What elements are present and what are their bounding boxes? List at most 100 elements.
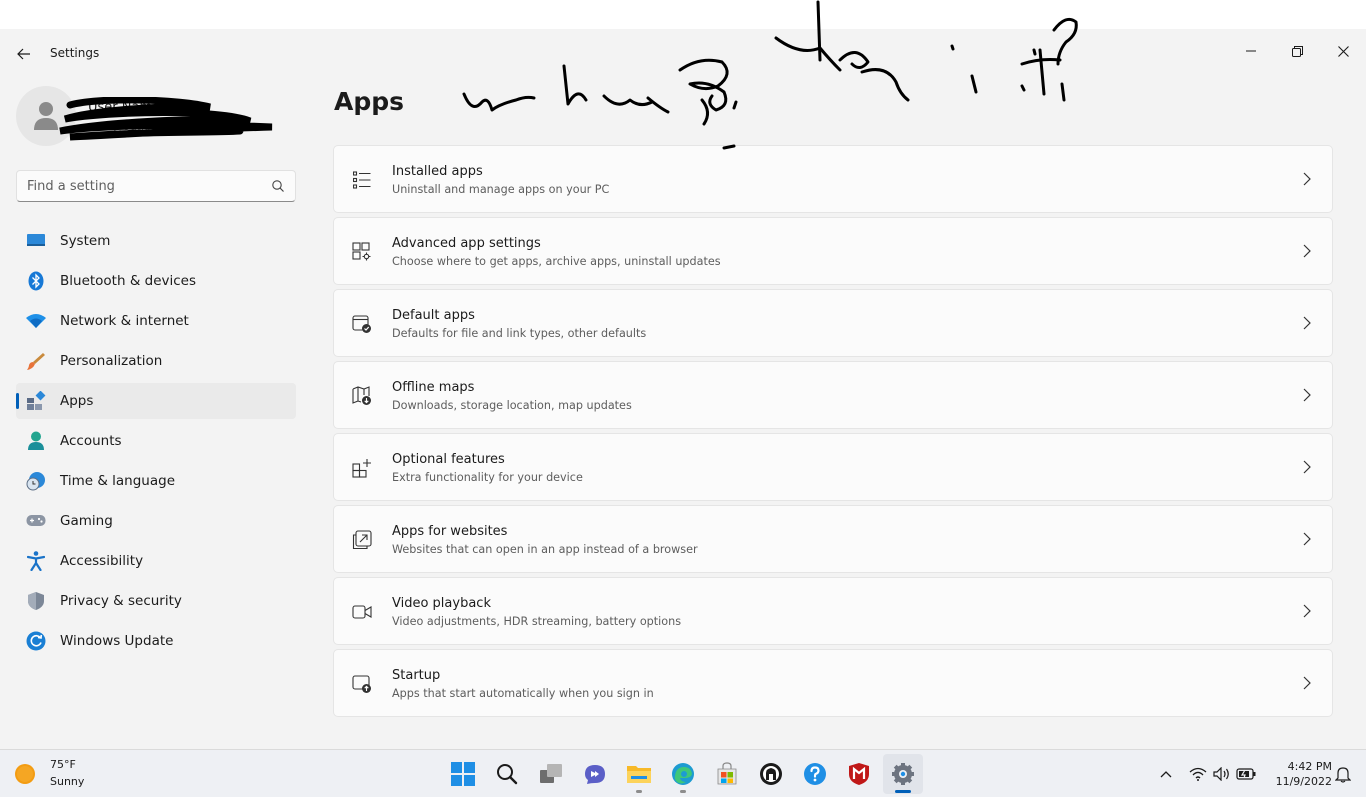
card-apps-for-websites[interactable]: Apps for websites Websites that can open…: [333, 505, 1333, 573]
chevron-right-icon: [1303, 244, 1311, 258]
sidebar-item-apps[interactable]: Apps: [16, 383, 296, 419]
sidebar-item-label: Privacy & security: [60, 593, 182, 609]
clock[interactable]: 4:42 PM 11/9/2022: [1262, 759, 1332, 789]
card-title: Default apps: [392, 308, 475, 323]
sidebar-item-bluetooth[interactable]: Bluetooth & devices: [16, 263, 296, 299]
chevron-right-icon: [1303, 676, 1311, 690]
sidebar-item-accounts[interactable]: Accounts: [16, 423, 296, 459]
window-title: Settings: [50, 46, 100, 60]
map-download-icon: [352, 386, 372, 406]
sidebar-item-system[interactable]: System: [16, 223, 296, 259]
person-icon: [26, 431, 46, 451]
wifi-icon: [26, 311, 46, 331]
settings-cards: Installed apps Uninstall and manage apps…: [333, 145, 1333, 721]
chevron-right-icon: [1303, 172, 1311, 186]
card-title: Video playback: [392, 596, 491, 611]
vault-app-button[interactable]: [751, 754, 791, 794]
sidebar-item-label: Apps: [60, 393, 94, 409]
card-title: Advanced app settings: [392, 236, 541, 251]
redaction-scribble: [59, 97, 273, 141]
search-box[interactable]: [16, 170, 296, 202]
page-title: Apps: [334, 87, 405, 116]
gamepad-icon: [26, 511, 46, 531]
search-icon[interactable]: [271, 179, 285, 193]
card-title: Optional features: [392, 452, 505, 467]
mcafee-button[interactable]: [839, 754, 879, 794]
monitor-icon: [26, 231, 46, 251]
card-title: Installed apps: [392, 164, 483, 179]
sidebar-item-windows-update[interactable]: Windows Update: [16, 623, 296, 659]
close-icon: [1337, 45, 1349, 57]
settings-icon: [892, 763, 914, 785]
show-hidden-icons-button[interactable]: [1156, 764, 1176, 784]
weather-condition: Sunny: [50, 775, 85, 788]
store-button[interactable]: [707, 754, 747, 794]
startup-icon: [352, 674, 372, 694]
windows-logo-icon: [451, 762, 475, 786]
sidebar-item-time-language[interactable]: Time & language: [16, 463, 296, 499]
vault-icon: [760, 763, 782, 785]
active-indicator: [895, 790, 911, 793]
network-status-button[interactable]: [1188, 764, 1208, 784]
update-icon: [26, 631, 46, 651]
sidebar-item-label: Accessibility: [60, 553, 144, 569]
restore-icon: [1291, 45, 1303, 57]
globe-clock-icon: [26, 471, 46, 491]
card-advanced-app-settings[interactable]: Advanced app settings Choose where to ge…: [333, 217, 1333, 285]
chat-icon: [585, 765, 605, 784]
start-button[interactable]: [443, 754, 483, 794]
sidebar-item-personalization[interactable]: Personalization: [16, 343, 296, 379]
grid-plus-icon: [352, 458, 372, 478]
chevron-right-icon: [1303, 460, 1311, 474]
chevron-right-icon: [1303, 532, 1311, 546]
card-startup[interactable]: Startup Apps that start automatically wh…: [333, 649, 1333, 717]
sidebar-item-privacy[interactable]: Privacy & security: [16, 583, 296, 619]
sidebar-item-label: Windows Update: [60, 633, 174, 649]
edge-button[interactable]: [663, 754, 703, 794]
restore-button[interactable]: [1274, 35, 1320, 67]
card-video-playback[interactable]: Video playback Video adjustments, HDR st…: [333, 577, 1333, 645]
help-button[interactable]: [795, 754, 835, 794]
mcafee-icon: [849, 763, 869, 785]
arrow-left-icon: [17, 48, 30, 60]
accessibility-icon: [26, 551, 46, 571]
file-explorer-button[interactable]: [619, 754, 659, 794]
shield-icon: [26, 591, 46, 611]
sidebar-item-label: Network & internet: [60, 313, 189, 329]
settings-app-button[interactable]: [883, 754, 923, 794]
card-installed-apps[interactable]: Installed apps Uninstall and manage apps…: [333, 145, 1333, 213]
sidebar-item-label: Accounts: [60, 433, 122, 449]
sidebar-item-network[interactable]: Network & internet: [16, 303, 296, 339]
sidebar-item-gaming[interactable]: Gaming: [16, 503, 296, 539]
brush-icon: [26, 351, 46, 371]
card-description: Websites that can open in an app instead…: [392, 543, 698, 556]
store-icon: [717, 762, 737, 785]
edge-icon: [672, 763, 694, 785]
sidebar-item-accessibility[interactable]: Accessibility: [16, 543, 296, 579]
clock-time: 4:42 PM: [1287, 760, 1332, 773]
close-button[interactable]: [1320, 35, 1366, 67]
bluetooth-icon: [26, 271, 46, 291]
minimize-button[interactable]: [1228, 35, 1274, 67]
card-optional-features[interactable]: Optional features Extra functionality fo…: [333, 433, 1333, 501]
task-view-button[interactable]: [531, 754, 571, 794]
battery-button[interactable]: [1236, 764, 1256, 784]
default-check-icon: [352, 314, 372, 334]
sidebar-item-label: Gaming: [60, 513, 113, 529]
weather-widget[interactable]: 75°F Sunny: [14, 758, 84, 790]
search-input[interactable]: [17, 171, 267, 201]
chat-button[interactable]: [575, 754, 615, 794]
weather-temperature: 75°F: [50, 758, 76, 771]
card-description: Uninstall and manage apps on your PC: [392, 183, 610, 196]
taskbar-search-button[interactable]: [487, 754, 527, 794]
volume-button[interactable]: [1212, 764, 1232, 784]
notifications-button[interactable]: [1333, 764, 1353, 784]
card-default-apps[interactable]: Default apps Defaults for file and link …: [333, 289, 1333, 357]
back-button[interactable]: [10, 41, 38, 67]
card-title: Offline maps: [392, 380, 475, 395]
notification-bell-icon: [1335, 767, 1351, 783]
card-offline-maps[interactable]: Offline maps Downloads, storage location…: [333, 361, 1333, 429]
list-icon: [352, 170, 372, 190]
sidebar-nav: System Bluetooth & devices Network & int…: [16, 223, 296, 663]
open-external-icon: [352, 530, 372, 550]
